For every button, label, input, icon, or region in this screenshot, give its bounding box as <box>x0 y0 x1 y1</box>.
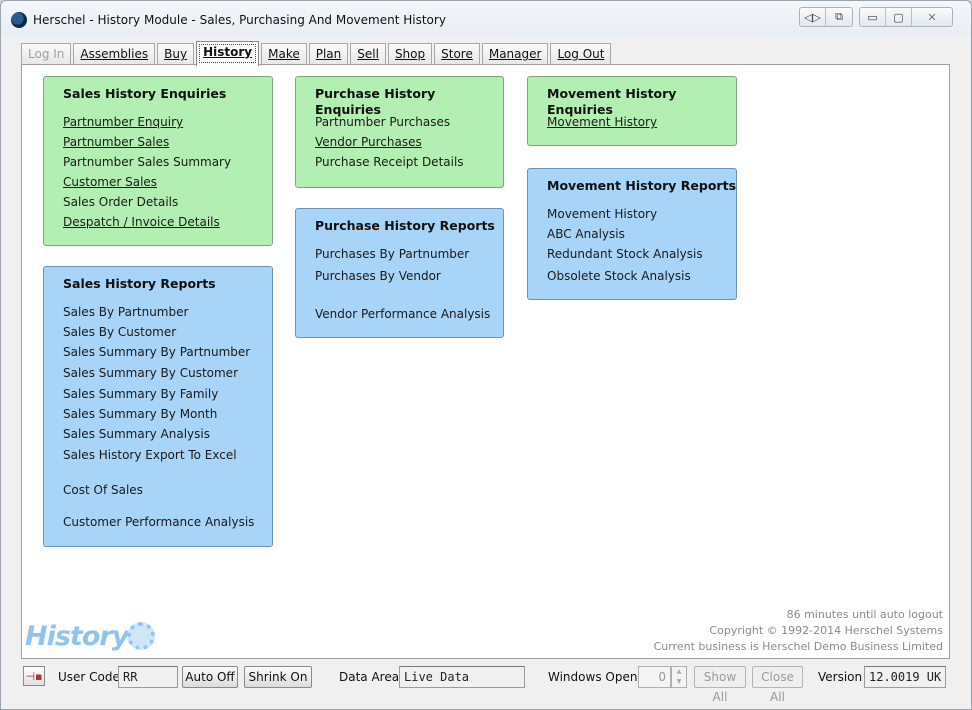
menu-item-sales-by-customer[interactable]: Sales By Customer <box>63 325 176 339</box>
copyright-text: Copyright © 1992-2014 Herschel Systems <box>709 624 943 637</box>
window-title: Herschel - History Module - Sales, Purch… <box>33 13 446 27</box>
title-tool-group: ◁▷ ⧉ <box>799 7 853 27</box>
movement-history-enquiries-panel: Movement History Enquiries Movement Hist… <box>527 76 737 146</box>
menu-item-obsolete-stock-analysis[interactable]: Obsolete Stock Analysis <box>547 269 691 283</box>
pin-icon[interactable]: ⊣▪ <box>23 666 45 686</box>
tab-sell[interactable]: Sell <box>350 43 386 65</box>
menu-item-cost-of-sales[interactable]: Cost Of Sales <box>63 483 143 497</box>
tab-plan[interactable]: Plan <box>308 43 349 65</box>
version-label: Version <box>818 670 863 684</box>
auto-off-button[interactable]: Auto Off <box>182 666 238 688</box>
menu-item-redundant-stock-analysis[interactable]: Redundant Stock Analysis <box>547 247 703 261</box>
user-code-field[interactable]: RR <box>118 666 178 688</box>
data-area-label: Data Area <box>339 670 400 684</box>
panel-title: Sales History Enquiries <box>63 86 227 101</box>
menu-item-sales-summary-by-partnumber[interactable]: Sales Summary By Partnumber <box>63 345 250 359</box>
menu-item-sales-summary-by-month[interactable]: Sales Summary By Month <box>63 407 217 421</box>
title-bar: Herschel - History Module - Sales, Purch… <box>1 1 971 37</box>
resize-width-button[interactable]: ◁▷ <box>800 8 826 26</box>
data-area-field[interactable]: Live Data <box>399 666 525 688</box>
menu-item-vendor-performance-analysis[interactable]: Vendor Performance Analysis <box>315 307 490 321</box>
menu-item-movement-history-enquiry[interactable]: Movement History <box>547 115 657 129</box>
sales-history-enquiries-panel: Sales History Enquiries Partnumber Enqui… <box>43 76 273 246</box>
main-window: Herschel - History Module - Sales, Purch… <box>0 0 972 710</box>
app-logo-icon <box>11 12 27 28</box>
purchase-history-enquiries-panel: Purchase History Enquiries Partnumber Pu… <box>295 76 504 188</box>
menu-item-partnumber-enquiry[interactable]: Partnumber Enquiry <box>63 115 183 129</box>
history-content-area: Sales History Enquiries Partnumber Enqui… <box>21 64 950 659</box>
menu-item-purchases-by-vendor[interactable]: Purchases By Vendor <box>315 269 441 283</box>
menu-item-sales-history-export-to-excel[interactable]: Sales History Export To Excel <box>63 448 237 462</box>
menu-item-despatch-invoice-details[interactable]: Despatch / Invoice Details <box>63 215 220 229</box>
tab-log-out[interactable]: Log Out <box>550 43 612 65</box>
shrink-on-button[interactable]: Shrink On <box>244 666 312 688</box>
menu-item-sales-order-details[interactable]: Sales Order Details <box>63 195 178 209</box>
minimize-button[interactable]: ▭ <box>860 8 886 26</box>
windows-open-label: Windows Open <box>548 670 638 684</box>
gear-logo-icon <box>127 622 155 650</box>
menu-item-movement-history-report[interactable]: Movement History <box>547 207 657 221</box>
tab-assemblies[interactable]: Assemblies <box>73 43 156 65</box>
panel-title: Movement History Reports <box>547 178 737 193</box>
sales-history-reports-panel: Sales History Reports Sales By Partnumbe… <box>43 266 273 547</box>
windows-open-value[interactable]: 0 <box>638 666 671 688</box>
tab-history[interactable]: History <box>196 41 260 66</box>
maximize-button[interactable]: ▢ <box>886 8 912 26</box>
tab-manager[interactable]: Manager <box>481 43 549 65</box>
menu-item-customer-performance-analysis[interactable]: Customer Performance Analysis <box>63 515 254 529</box>
status-bar: ⊣▪ User Code RR Auto Off Shrink On Data … <box>21 665 951 704</box>
user-code-label: User Code <box>58 670 120 684</box>
menu-item-sales-summary-analysis[interactable]: Sales Summary Analysis <box>63 427 210 441</box>
menu-item-sales-summary-by-customer[interactable]: Sales Summary By Customer <box>63 366 238 380</box>
module-tabs: Log In Assemblies Buy History Make Plan … <box>21 41 613 66</box>
cascade-button[interactable]: ⧉ <box>826 8 852 26</box>
menu-item-purchase-receipt-details[interactable]: Purchase Receipt Details <box>315 155 464 169</box>
tab-store[interactable]: Store <box>434 43 480 65</box>
tab-log-in[interactable]: Log In <box>21 43 72 65</box>
panel-title: Purchase History Enquiries <box>315 86 436 117</box>
close-button[interactable]: ✕ <box>912 8 952 26</box>
tab-shop[interactable]: Shop <box>387 43 433 65</box>
panel-title: Sales History Reports <box>63 276 216 291</box>
menu-item-sales-by-partnumber[interactable]: Sales By Partnumber <box>63 305 188 319</box>
window-controls: ▭ ▢ ✕ <box>859 7 953 27</box>
movement-history-reports-panel: Movement History Reports Movement Histor… <box>527 168 737 300</box>
close-all-button[interactable]: Close All <box>752 666 803 704</box>
history-logo: History <box>25 621 129 652</box>
menu-item-sales-summary-by-family[interactable]: Sales Summary By Family <box>63 387 218 401</box>
panel-title: Purchase History Reports <box>315 218 495 233</box>
menu-item-partnumber-sales[interactable]: Partnumber Sales <box>63 135 169 149</box>
tab-buy[interactable]: Buy <box>157 43 195 65</box>
menu-item-vendor-purchases[interactable]: Vendor Purchases <box>315 135 422 149</box>
auto-logout-notice: 86 minutes until auto logout <box>786 608 943 621</box>
show-all-button[interactable]: Show All <box>694 666 746 704</box>
spinner-arrows-icon[interactable]: ▲ ▼ <box>671 666 687 688</box>
panel-title: Movement History Enquiries <box>547 86 677 117</box>
menu-item-partnumber-purchases[interactable]: Partnumber Purchases <box>315 115 450 129</box>
menu-item-customer-sales[interactable]: Customer Sales <box>63 175 157 189</box>
version-field: 12.0019 UK <box>864 666 946 688</box>
menu-item-abc-analysis[interactable]: ABC Analysis <box>547 227 625 241</box>
menu-item-partnumber-sales-summary[interactable]: Partnumber Sales Summary <box>63 155 231 169</box>
purchase-history-reports-panel: Purchase History Reports Purchases By Pa… <box>295 208 504 338</box>
tab-make[interactable]: Make <box>261 43 307 65</box>
current-business-text: Current business is Herschel Demo Busine… <box>653 640 943 653</box>
menu-item-purchases-by-partnumber[interactable]: Purchases By Partnumber <box>315 247 469 261</box>
